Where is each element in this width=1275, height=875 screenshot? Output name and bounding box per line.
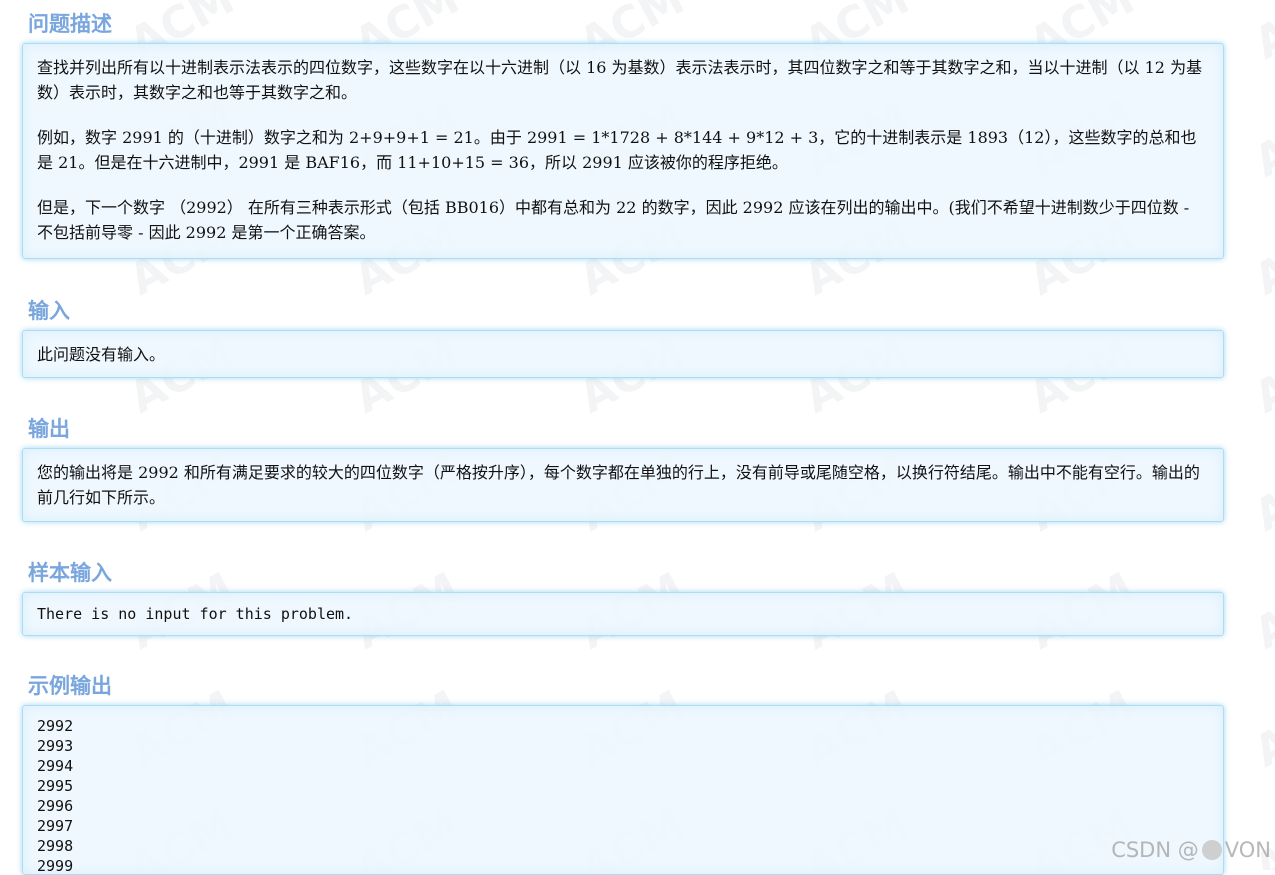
watermark-text: ACM	[1246, 327, 1275, 424]
input-section: 输入 此问题没有输入。	[22, 298, 1224, 378]
watermark-text: ACM	[1246, 563, 1275, 660]
sample-output-line: 2998	[37, 837, 74, 855]
sample-output-line: 2993	[37, 737, 74, 755]
output-text: 您的输出将是 2992 和所有满足要求的较大的四位数字（严格按升序），每个数字都…	[37, 463, 1200, 507]
watermark-text: ACM	[1246, 681, 1275, 778]
watermark-text: ACM	[1246, 209, 1275, 306]
sample-output-line: 2995	[37, 777, 74, 795]
description-section: 问题描述 查找并列出所有以十进制表示法表示的四位数字，这些数字在以十六进制（以 …	[22, 11, 1224, 259]
input-title: 输入	[28, 299, 70, 323]
description-title: 问题描述	[28, 12, 112, 36]
sample-input-text: There is no input for this problem.	[37, 605, 354, 623]
csdn-suffix: VON	[1224, 838, 1271, 862]
sample-input-title: 样本输入	[28, 561, 112, 585]
description-paragraph-3: 但是，下一个数字 （2992） 在所有三种表示形式（包括 BB016）中都有总和…	[37, 198, 1190, 242]
sample-output-line: 2997	[37, 817, 74, 835]
watermark-text: ACM	[1246, 91, 1275, 188]
description-paragraph-2: 例如，数字 2991 的（十进制）数字之和为 2+9+9+1 = 21。由于 2…	[37, 128, 1197, 172]
watermark-text: ACM	[1246, 445, 1275, 542]
csdn-watermark: CSDN @ VON	[1111, 838, 1271, 862]
description-paragraph-1: 查找并列出所有以十进制表示法表示的四位数字，这些数字在以十六进制（以 16 为基…	[37, 58, 1203, 102]
output-section: 输出 您的输出将是 2992 和所有满足要求的较大的四位数字（严格按升序），每个…	[22, 416, 1224, 522]
sample-input-section: 样本输入 There is no input for this problem.	[22, 560, 1224, 636]
avatar-dot-icon	[1201, 840, 1222, 860]
input-text: 此问题没有输入。	[37, 345, 166, 364]
sample-output-line: 2996	[37, 797, 74, 815]
sample-output-title: 示例输出	[28, 674, 112, 698]
output-title: 输出	[28, 417, 70, 441]
watermark-text: ACM	[1246, 0, 1275, 70]
sample-output-section: 示例输出 2992 2993 2994 2995 2996 2997 2998 …	[22, 673, 1224, 875]
description-box: 查找并列出所有以十进制表示法表示的四位数字，这些数字在以十六进制（以 16 为基…	[22, 43, 1224, 259]
output-box: 您的输出将是 2992 和所有满足要求的较大的四位数字（严格按升序），每个数字都…	[22, 448, 1224, 522]
sample-output-box: 2992 2993 2994 2995 2996 2997 2998 2999	[22, 705, 1224, 875]
sample-output-list: 2992 2993 2994 2995 2996 2997 2998 2999	[37, 716, 1209, 875]
input-box: 此问题没有输入。	[22, 330, 1224, 378]
sample-input-box: There is no input for this problem.	[22, 592, 1224, 636]
sample-output-line: 2992	[37, 717, 74, 735]
csdn-prefix: CSDN @	[1111, 838, 1199, 862]
sample-output-line: 2994	[37, 757, 74, 775]
sample-output-line: 2999	[37, 857, 74, 875]
